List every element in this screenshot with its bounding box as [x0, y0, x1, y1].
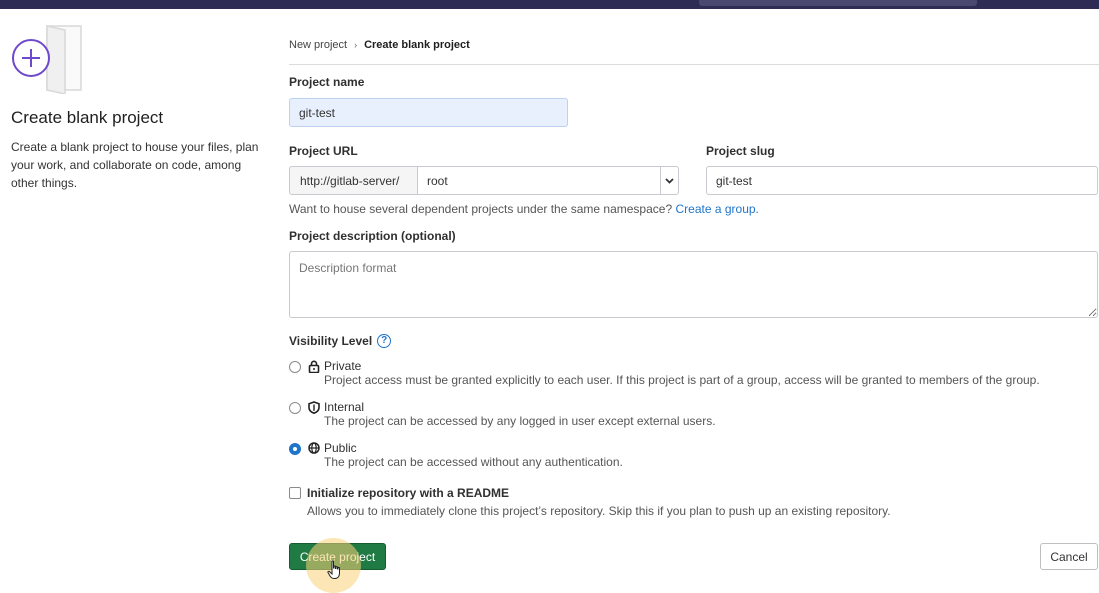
globe-icon [308, 442, 320, 454]
radio-private[interactable] [289, 361, 301, 373]
visibility-public-desc: The project can be accessed without any … [324, 455, 623, 469]
project-name-input[interactable] [289, 98, 568, 127]
visibility-label: Visibility Level ? [289, 334, 392, 348]
radio-internal[interactable] [289, 402, 301, 414]
visibility-internal-title: Internal [308, 400, 364, 414]
shield-icon [308, 400, 320, 414]
breadcrumb-new-project[interactable]: New project [289, 39, 347, 51]
chevron-down-icon[interactable] [660, 167, 678, 194]
breadcrumb: New project › Create blank project [289, 39, 470, 51]
project-url-prefix: http://gitlab-server/ [289, 166, 418, 195]
readme-checkbox[interactable] [289, 487, 301, 499]
top-navbar [0, 0, 1099, 9]
project-description-label: Project description (optional) [289, 229, 456, 243]
plus-circle-icon [12, 25, 82, 94]
visibility-internal-label: Internal [324, 400, 365, 414]
cancel-button[interactable]: Cancel [1040, 543, 1098, 570]
radio-public[interactable] [289, 443, 301, 455]
visibility-public-label: Public [324, 441, 357, 455]
project-name-label: Project name [289, 75, 365, 89]
create-project-button[interactable]: Create project [289, 543, 386, 570]
chevron-right-icon: › [354, 40, 358, 50]
project-url-label: Project URL [289, 144, 358, 158]
readme-description: Allows you to immediately clone this pro… [307, 504, 891, 518]
lock-icon [308, 360, 320, 373]
namespace-help-text: Want to house several dependent projects… [289, 202, 673, 216]
visibility-private-desc: Project access must be granted explicitl… [324, 373, 1040, 387]
sidebar-title: Create blank project [11, 108, 164, 127]
namespace-select[interactable]: root [417, 166, 679, 195]
visibility-internal-desc: The project can be accessed by any logge… [324, 414, 716, 428]
project-description-textarea[interactable] [289, 251, 1098, 318]
breadcrumb-current: Create blank project [364, 39, 470, 51]
project-slug-input[interactable] [706, 166, 1098, 195]
project-slug-label: Project slug [706, 144, 775, 158]
search-bar[interactable] [699, 0, 977, 6]
visibility-private-label: Private [324, 359, 362, 373]
visibility-public-title: Public [308, 441, 357, 455]
namespace-value: root [427, 173, 448, 188]
visibility-private-title: Private [308, 359, 361, 373]
namespace-help: Want to house several dependent projects… [289, 202, 759, 216]
visibility-label-text: Visibility Level [289, 334, 373, 348]
readme-label: Initialize repository with a README [307, 486, 510, 500]
divider [289, 64, 1099, 65]
create-group-link[interactable]: Create a group. [675, 202, 758, 216]
question-circle-icon[interactable]: ? [377, 334, 392, 348]
sidebar-description: Create a blank project to house your fil… [11, 140, 259, 190]
